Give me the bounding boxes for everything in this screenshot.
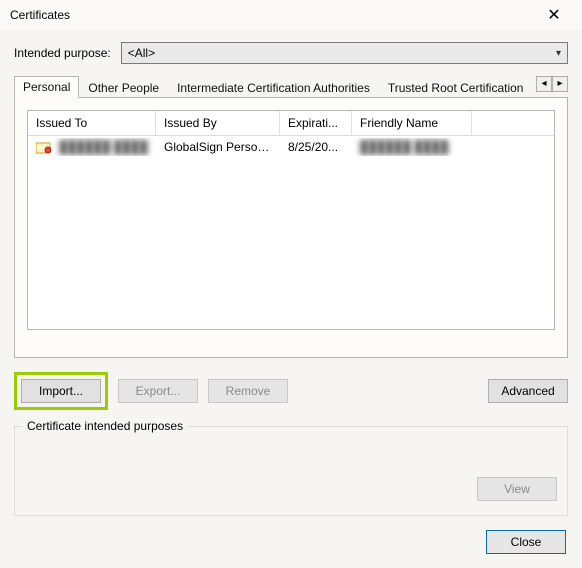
tab-label: Other People: [88, 81, 159, 95]
tab-scroll-left[interactable]: ◂: [536, 76, 552, 92]
remove-button: Remove: [208, 379, 288, 403]
col-expiration[interactable]: Expirati...: [280, 111, 352, 135]
tab-pane-personal: Issued To Issued By Expirati... Friendly…: [14, 98, 568, 358]
close-icon[interactable]: ✕: [536, 1, 572, 29]
cell-expiration: 8/25/20...: [280, 138, 352, 156]
export-button: Export...: [118, 379, 198, 403]
window-title: Certificates: [10, 8, 70, 22]
chevron-down-icon: ▾: [556, 48, 561, 59]
intended-purpose-value: <All>: [128, 46, 155, 60]
dialog-footer: Close: [0, 526, 582, 558]
certificate-icon: [36, 142, 52, 154]
col-issued-by[interactable]: Issued By: [156, 111, 280, 135]
tab-label: Intermediate Certification Authorities: [177, 81, 370, 95]
issued-to-value: ██████ ████: [59, 140, 147, 154]
tab-strip: Personal Other People Intermediate Certi…: [14, 76, 568, 98]
groupbox-legend: Certificate intended purposes: [23, 419, 187, 433]
list-header: Issued To Issued By Expirati... Friendly…: [28, 111, 554, 136]
advanced-button[interactable]: Advanced: [488, 379, 568, 403]
tabs: Personal Other People Intermediate Certi…: [14, 76, 568, 358]
close-button[interactable]: Close: [486, 530, 566, 554]
tab-label: Trusted Root Certification: [388, 81, 524, 95]
cell-friendly-name: ██████ ████: [352, 138, 472, 156]
tab-intermediate-ca[interactable]: Intermediate Certification Authorities: [168, 77, 379, 98]
certificate-purposes-group: Certificate intended purposes View: [14, 426, 568, 516]
tab-other-people[interactable]: Other People: [79, 77, 168, 98]
view-button: View: [477, 477, 557, 501]
certificate-list[interactable]: Issued To Issued By Expirati... Friendly…: [27, 110, 555, 330]
tab-label: Personal: [23, 80, 70, 94]
friendly-name-value: ██████ ████: [360, 140, 448, 154]
tab-scroll: ◂ ▸: [536, 76, 568, 92]
action-button-row: Import... Export... Remove Advanced: [14, 372, 568, 410]
dialog-content: Intended purpose: <All> ▾ Personal Other…: [0, 30, 582, 526]
col-issued-to[interactable]: Issued To: [28, 111, 156, 135]
cell-issued-by: GlobalSign Person...: [156, 138, 280, 156]
table-row[interactable]: ██████ ████ GlobalSign Person... 8/25/20…: [28, 136, 554, 158]
cell-issued-to: ██████ ████: [28, 138, 156, 156]
import-highlight: Import...: [14, 372, 108, 410]
tab-trusted-root[interactable]: Trusted Root Certification: [379, 77, 533, 98]
tab-personal[interactable]: Personal: [14, 76, 79, 98]
title-bar: Certificates ✕: [0, 0, 582, 30]
import-button[interactable]: Import...: [21, 379, 101, 403]
col-friendly-name[interactable]: Friendly Name: [352, 111, 472, 135]
tab-scroll-right[interactable]: ▸: [552, 76, 568, 92]
intended-purpose-select[interactable]: <All> ▾: [121, 42, 568, 64]
intended-purpose-label: Intended purpose:: [14, 46, 111, 60]
intended-purpose-row: Intended purpose: <All> ▾: [14, 42, 568, 64]
